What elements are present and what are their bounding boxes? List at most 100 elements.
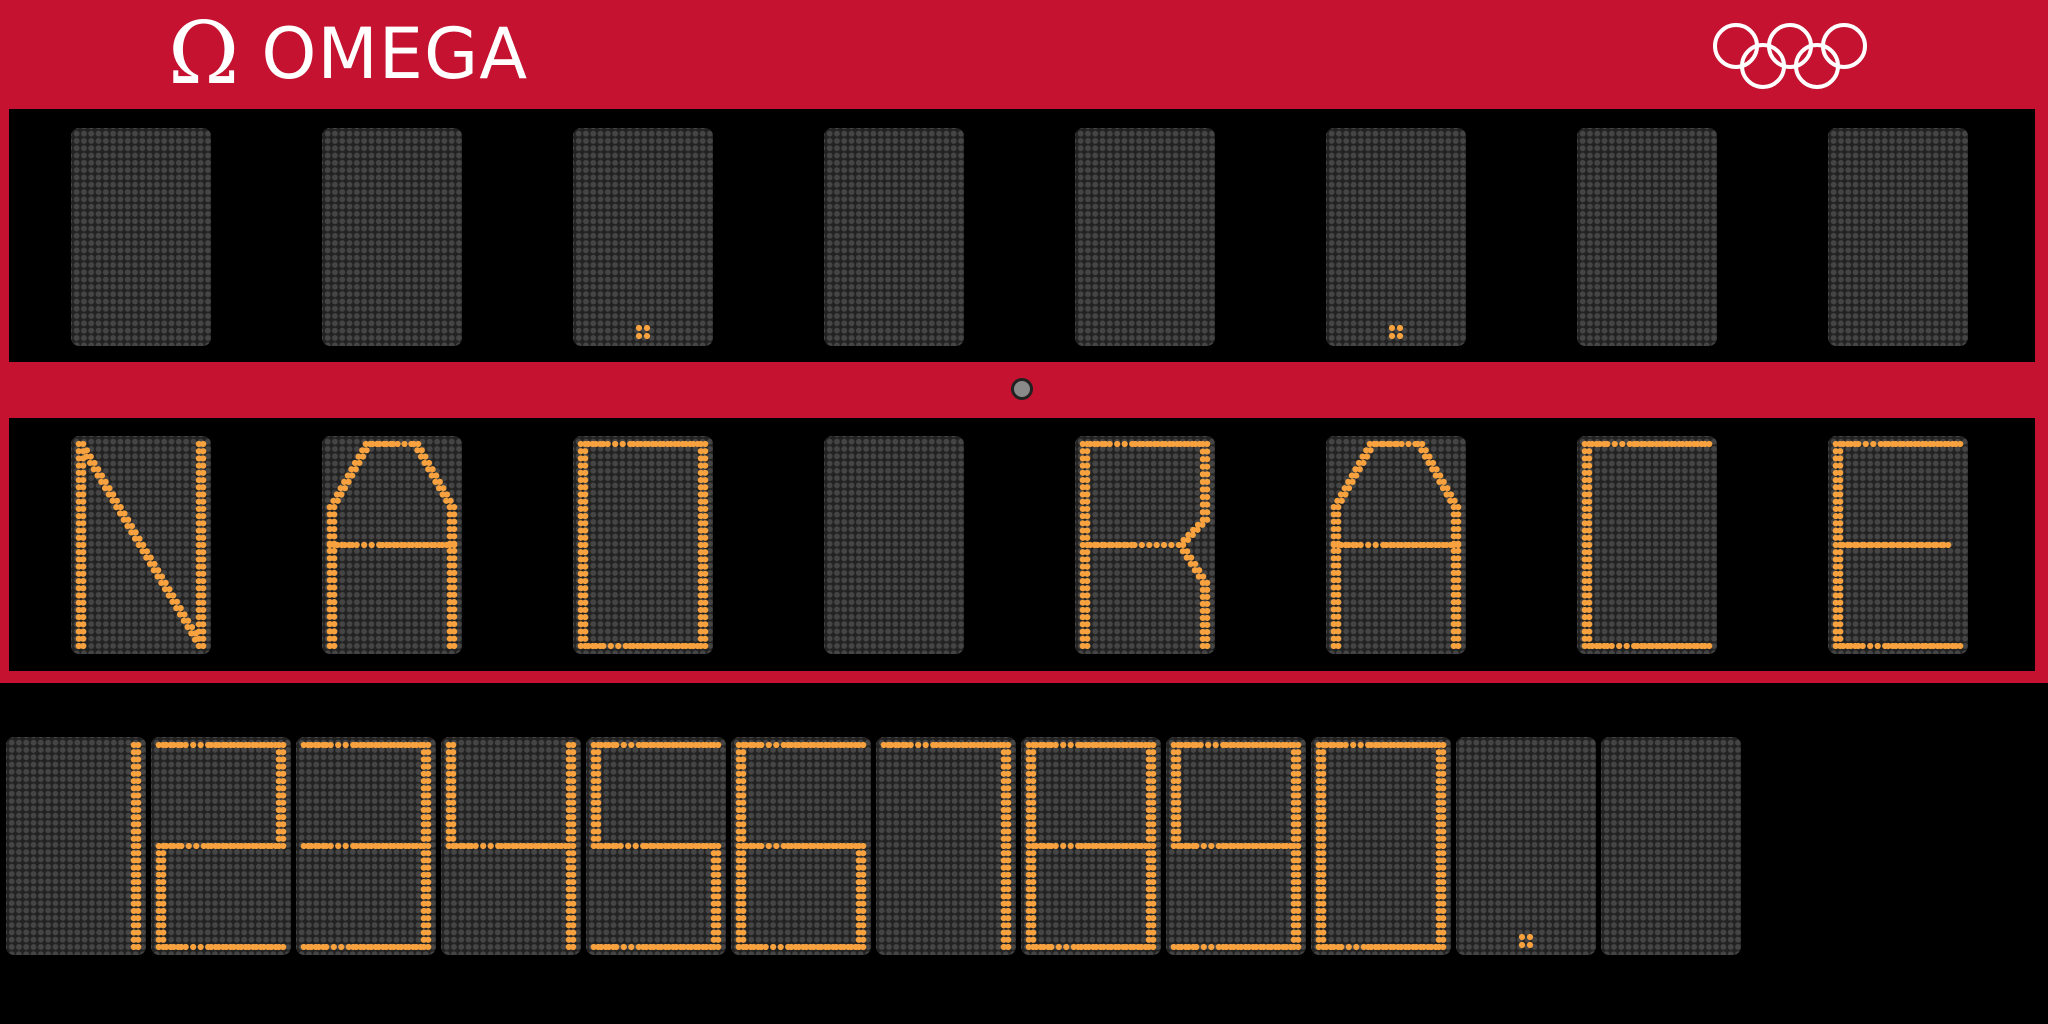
led-dot [1295,814,1302,821]
led-dot [1295,850,1302,857]
time-row-cell-4-glyph [445,741,577,951]
led-dot [1200,943,1207,951]
led-dot [1335,562,1342,569]
led-dot [135,799,142,806]
led-dot [1586,469,1593,476]
led-dot [807,741,814,749]
led-dot [1005,749,1012,756]
time-row-cell-2-glyph [155,741,287,951]
led-dot [1084,476,1091,484]
led-dot [1526,933,1534,941]
led-dot [1084,563,1091,570]
led-dot [707,741,714,749]
led-dot [1150,763,1157,770]
led-dot [570,850,577,857]
name-row-cell-6-glyph [1330,440,1462,650]
led-dot [450,806,457,814]
led-dot [1945,541,1952,549]
led-dot [487,842,494,850]
led-dot [200,527,207,534]
led-dot [1372,541,1379,549]
led-dot [1837,563,1844,570]
led-dot [415,440,422,448]
led-dot [1912,440,1919,448]
led-dot [1030,785,1037,792]
led-dot [860,900,867,907]
led-dot [451,591,458,598]
led-dot [740,857,747,864]
led-dot [595,821,602,828]
led-dot [628,741,635,749]
led-dot [1112,943,1119,951]
led-dot [1586,448,1593,455]
led-dot [182,943,189,951]
led-dot [1455,533,1462,540]
top-row-cell-7 [1577,128,1717,346]
led-dot [80,491,87,498]
led-dot [417,842,424,850]
led-dot [1295,864,1302,871]
led-dot [1030,871,1037,878]
led-dot [1175,943,1182,951]
led-dot [922,741,929,749]
led-dot [200,534,207,541]
led-dot [1199,521,1206,528]
led-dot [1335,525,1342,533]
led-dot [1150,741,1157,749]
led-dot [200,570,207,577]
led-dot [1208,842,1215,850]
led-dot [450,785,457,792]
led-dot [451,562,458,569]
led-dot [1295,835,1302,842]
led-dot [582,527,589,534]
led-dot [1146,541,1153,549]
led-dot [359,453,367,460]
led-dot [1005,770,1012,777]
name-display-panel [9,418,2035,671]
led-dot [597,642,604,650]
top-row-cell-6 [1326,128,1466,346]
led-dot [1837,606,1844,614]
time-row-cell-12-glyph [1601,737,1741,955]
led-dot [135,814,142,821]
led-dot [135,792,142,799]
led-dot [1440,756,1447,763]
led-dot [450,821,457,828]
led-dot [160,915,167,922]
led-dot [140,541,147,549]
led-dot [272,842,279,850]
led-dot [200,469,207,476]
led-dot [642,642,649,650]
led-dot [1422,447,1429,454]
led-dot [1942,440,1949,448]
led-dot [1437,472,1444,479]
led-dot [1586,628,1593,635]
led-dot [1295,763,1302,770]
led-dot [1194,526,1201,533]
led-dot [1440,770,1447,777]
led-dot [1440,799,1447,806]
led-dot [1320,871,1327,878]
led-dot [1084,549,1091,556]
led-dot [570,835,577,842]
led-dot [185,617,192,624]
led-dot [570,792,577,799]
led-dot [1242,842,1249,850]
led-dot [677,943,684,951]
led-dot [1440,871,1447,878]
led-dot [1204,456,1211,463]
led-dot [860,929,867,936]
led-dot [582,498,589,505]
led-dot [643,324,651,332]
led-dot [1084,570,1091,577]
time-row-cell-4 [441,737,581,955]
led-dot [582,462,589,469]
name-row-cell-3-glyph [577,440,709,650]
led-dot [707,943,714,951]
led-dot [341,485,349,492]
led-dot [1287,943,1294,951]
led-dot [1661,440,1668,448]
led-dot [1150,936,1157,943]
led-dot [1005,943,1012,951]
led-dot [1060,842,1067,850]
